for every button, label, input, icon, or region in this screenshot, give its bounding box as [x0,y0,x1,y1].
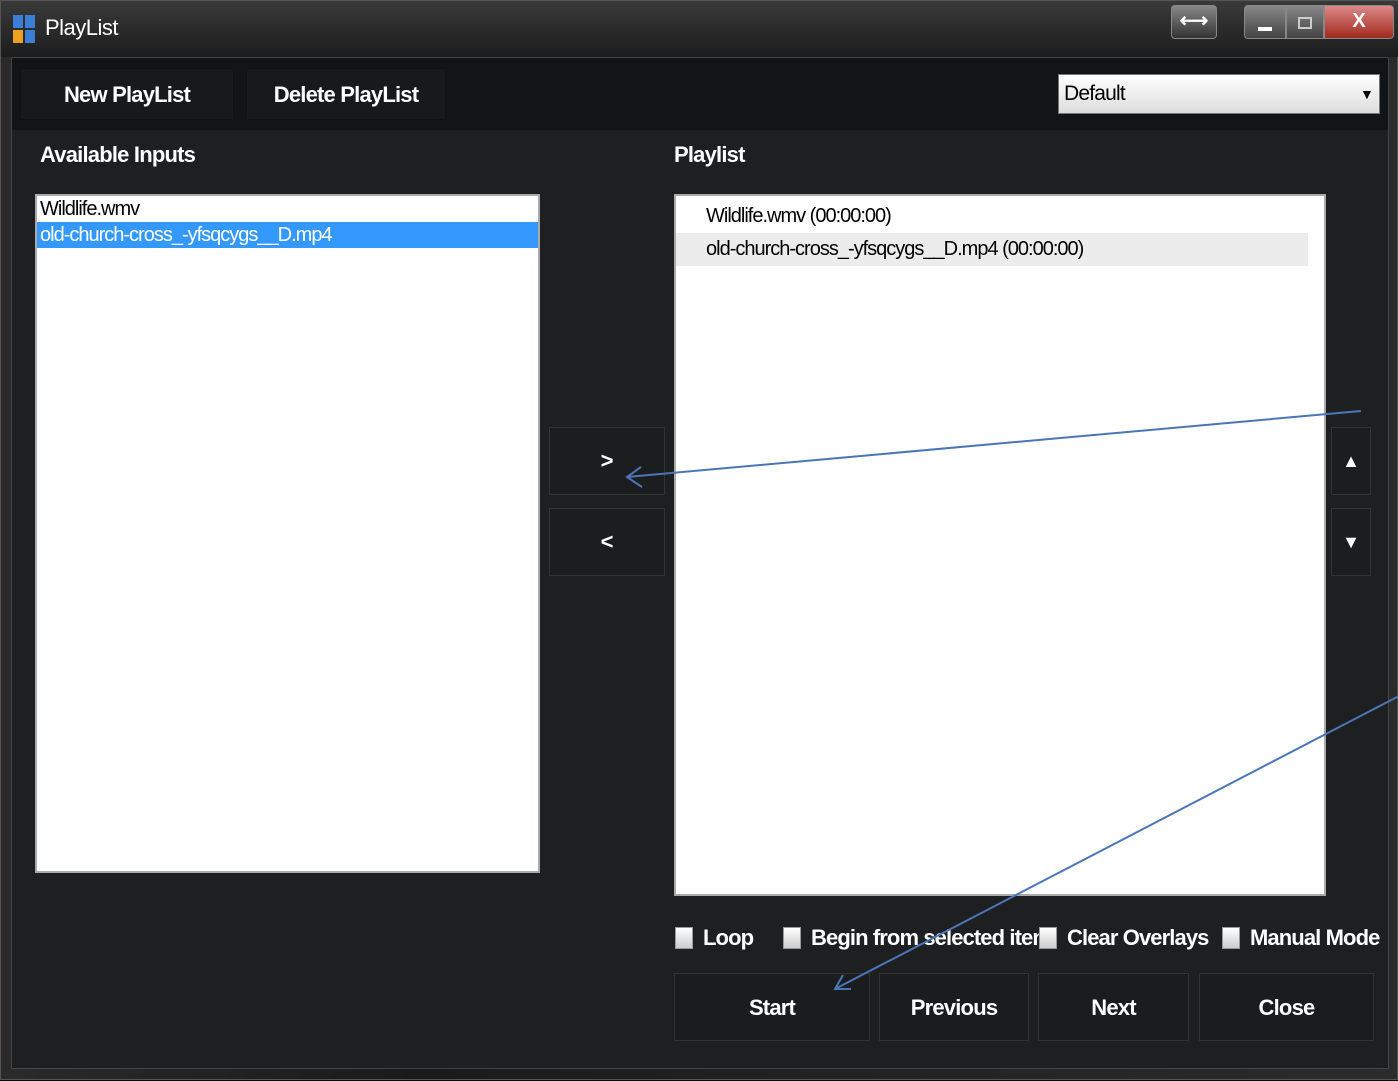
manual-mode-checkbox[interactable]: Manual Mode [1222,924,1382,952]
close-icon: X [1352,10,1366,32]
move-up-button[interactable]: ▲ [1331,427,1371,495]
minimize-icon [1258,27,1272,31]
chevron-down-icon: ▼ [1359,86,1374,102]
list-item-selected[interactable]: old-church-cross_-yfsqcygs__D.mp4 [37,222,538,248]
maximize-button[interactable] [1286,5,1324,39]
title-bar[interactable]: PlayList ⟷ X [1,1,1398,57]
start-button[interactable]: Start [674,973,870,1041]
playlist-select-value: Default [1064,82,1126,105]
checkbox-box[interactable] [1039,927,1057,949]
resize-swap-button[interactable]: ⟷ [1171,5,1217,39]
close-button[interactable]: Close [1199,973,1374,1041]
delete-playlist-button[interactable]: Delete PlayList [246,68,446,120]
checkbox-box[interactable] [783,927,801,949]
minimize-button[interactable] [1244,5,1286,39]
next-button[interactable]: Next [1038,973,1189,1041]
window-close-button[interactable]: X [1324,5,1394,39]
manual-mode-label: Manual Mode [1250,925,1380,950]
playlist-window: PlayList ⟷ X New PlayList Delete PlayLis… [0,0,1398,1080]
playlist-item[interactable]: old-church-cross_-yfsqcygs__D.mp4 (00:00… [676,233,1308,266]
begin-from-selected-label: Begin from selected item [811,925,1052,950]
loop-checkbox[interactable]: Loop [675,924,755,952]
begin-from-selected-checkbox[interactable]: Begin from selected item [783,924,1052,952]
list-item[interactable]: Wildlife.wmv [37,196,538,222]
clear-overlays-label: Clear Overlays [1067,925,1209,950]
playlist-list[interactable]: Wildlife.wmv (00:00:00) old-church-cross… [674,194,1326,896]
playlist-heading: Playlist [674,142,745,167]
remove-from-playlist-button[interactable]: < [549,508,665,576]
playlist-item[interactable]: Wildlife.wmv (00:00:00) [676,200,1308,233]
available-inputs-heading: Available Inputs [40,142,196,167]
move-down-button[interactable]: ▼ [1331,508,1371,576]
checkbox-box[interactable] [1222,927,1240,949]
triangle-up-icon: ▲ [1342,451,1360,471]
new-playlist-button[interactable]: New PlayList [20,68,234,120]
client-area: New PlayList Delete PlayList Default ▼ A… [11,57,1389,1069]
maximize-icon [1298,17,1312,29]
window-title: PlayList [45,15,119,40]
toolbar: New PlayList Delete PlayList Default ▼ [12,58,1388,130]
available-inputs-list[interactable]: Wildlife.wmv old-church-cross_-yfsqcygs_… [35,194,540,873]
loop-label: Loop [703,925,754,950]
previous-button[interactable]: Previous [879,973,1029,1041]
triangle-down-icon: ▼ [1342,532,1360,552]
checkbox-box[interactable] [675,927,693,949]
clear-overlays-checkbox[interactable]: Clear Overlays [1039,924,1209,952]
add-to-playlist-button[interactable]: > [549,427,665,495]
playlist-select[interactable]: Default ▼ [1058,74,1380,114]
app-logo-icon [13,15,37,45]
